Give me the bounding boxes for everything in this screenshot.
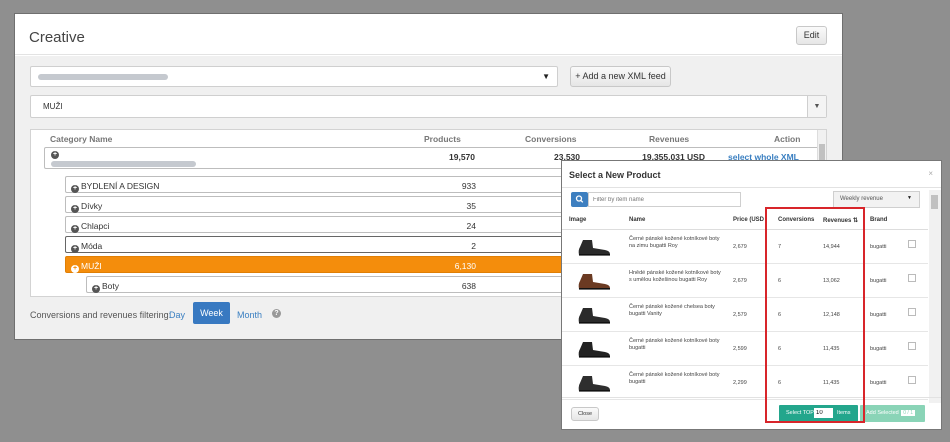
product-brand: bugatti bbox=[870, 312, 887, 318]
search-field[interactable] bbox=[588, 192, 741, 207]
col-products: Products bbox=[424, 134, 461, 144]
tree-row-label: + Boty bbox=[92, 281, 120, 293]
expand-icon[interactable]: + bbox=[71, 225, 79, 233]
product-price: 2,299 bbox=[733, 380, 747, 386]
product-row[interactable]: Hnědé pánské kožené kotníkové boty s umě… bbox=[562, 264, 928, 298]
product-image bbox=[578, 342, 610, 358]
add-selected-label: Add Selected bbox=[866, 410, 899, 416]
panel-header: Creative Edit bbox=[15, 14, 842, 55]
product-name: Černé pánské kožené kotníkové boty na zi… bbox=[629, 236, 720, 249]
product-price: 2,599 bbox=[733, 346, 747, 352]
product-name: Černé pánské kožené kotníkové boty bugat… bbox=[629, 338, 720, 351]
col-brand: Brand bbox=[870, 217, 888, 223]
scroll-thumb[interactable] bbox=[931, 195, 938, 209]
modal-footer: Close Select TOP Items Add Selected 0 / … bbox=[562, 397, 941, 429]
product-price: 2,679 bbox=[733, 244, 747, 250]
expand-icon[interactable]: + bbox=[71, 245, 79, 253]
add-selected-button[interactable]: Add Selected 0 / 1 bbox=[860, 405, 925, 422]
row-products: 2 bbox=[471, 241, 476, 251]
col-image: Image bbox=[569, 217, 587, 223]
add-xml-feed-button[interactable]: + Add a new XML feed bbox=[570, 66, 671, 87]
row-products: 638 bbox=[461, 281, 476, 291]
tree-row-label: + Chlapci bbox=[71, 221, 110, 233]
col-conversions: Conversions bbox=[525, 134, 577, 144]
expand-icon[interactable]: + bbox=[71, 185, 79, 193]
modal-scrollbar[interactable] bbox=[929, 190, 941, 403]
col-name: Name bbox=[629, 217, 646, 223]
product-row[interactable]: Černé pánské kožené kotníkové boty na zi… bbox=[562, 230, 928, 264]
modal-header: Select a New Product × bbox=[562, 161, 941, 188]
product-image bbox=[578, 376, 610, 392]
expand-icon[interactable]: + bbox=[51, 151, 59, 159]
sort-select-value: Weekly revenue bbox=[840, 196, 883, 202]
caret-down-icon: ▼ bbox=[907, 195, 912, 201]
product-checkbox[interactable] bbox=[908, 240, 916, 248]
category-select[interactable]: MUŽI ▼ bbox=[30, 95, 827, 118]
filter-week[interactable]: Week bbox=[193, 302, 230, 324]
product-checkbox[interactable] bbox=[908, 376, 916, 384]
product-price: 2,579 bbox=[733, 312, 747, 318]
tree-row-label: + BYDLENÍ A DESIGN bbox=[71, 181, 160, 193]
product-price: 2,679 bbox=[733, 278, 747, 284]
help-icon[interactable]: ? bbox=[272, 309, 281, 318]
expand-icon[interactable]: + bbox=[92, 285, 100, 293]
product-brand: bugatti bbox=[870, 380, 887, 386]
close-button[interactable]: Close bbox=[571, 407, 599, 421]
select-product-modal: Select a New Product × Weekly revenue ▼ … bbox=[561, 160, 942, 430]
selected-count-badge: 0 / 1 bbox=[901, 410, 915, 416]
product-row[interactable]: Černé pánské kožené chelsea boty bugatti… bbox=[562, 298, 928, 332]
product-brand: bugatti bbox=[870, 244, 887, 250]
row-products: 933 bbox=[461, 181, 476, 191]
tree-row-label: + Móda bbox=[71, 241, 103, 253]
row-products: 6,130 bbox=[454, 261, 476, 271]
sort-select[interactable]: Weekly revenue ▼ bbox=[833, 191, 920, 208]
modal-title: Select a New Product bbox=[569, 170, 661, 180]
product-checkbox[interactable] bbox=[908, 308, 916, 316]
expand-icon[interactable]: + bbox=[71, 205, 79, 213]
highlight-box bbox=[765, 207, 865, 423]
search-button[interactable] bbox=[571, 192, 588, 207]
chevron-down-icon[interactable]: ▼ bbox=[807, 96, 826, 117]
search-icon bbox=[575, 195, 584, 203]
blurred-feed-url bbox=[51, 161, 196, 167]
edit-button[interactable]: Edit bbox=[796, 26, 827, 45]
filter-day[interactable]: Day bbox=[169, 310, 185, 320]
filter-month[interactable]: Month bbox=[237, 310, 262, 320]
product-name: Hnědé pánské kožené kotníkové boty s umě… bbox=[629, 270, 721, 283]
product-image bbox=[578, 274, 610, 290]
expand-icon[interactable]: + bbox=[71, 265, 79, 273]
root-products: 19,570 bbox=[449, 152, 475, 162]
product-name: Černé pánské kožené chelsea boty bugatti… bbox=[629, 304, 715, 317]
col-action: Action bbox=[774, 134, 801, 144]
page-title: Creative bbox=[29, 29, 85, 46]
blurred-feed-url bbox=[38, 74, 168, 80]
close-icon[interactable]: × bbox=[928, 169, 933, 178]
product-row[interactable]: Černé pánské kožené kotníkové boty bugat… bbox=[562, 332, 928, 366]
product-checkbox[interactable] bbox=[908, 274, 916, 282]
search-input[interactable] bbox=[589, 193, 740, 207]
tree-row-label: + MUŽI bbox=[71, 261, 102, 273]
product-image bbox=[578, 308, 610, 324]
category-select-value: MUŽI bbox=[43, 102, 63, 111]
caret-down-icon: ▼ bbox=[542, 72, 550, 81]
product-brand: bugatti bbox=[870, 278, 887, 284]
filter-label: Conversions and revenues filtering: bbox=[30, 310, 172, 320]
col-revenues: Revenues bbox=[649, 134, 690, 144]
product-row[interactable]: Černé pánské kožené kotníkové boty bugat… bbox=[562, 366, 928, 400]
row-products: 24 bbox=[466, 221, 476, 231]
col-price: Price (USD bbox=[733, 217, 765, 223]
product-name: Černé pánské kožené kotníkové boty bugat… bbox=[629, 372, 720, 385]
product-checkbox[interactable] bbox=[908, 342, 916, 350]
row-products: 35 bbox=[466, 201, 476, 211]
tree-row-label: + Dívky bbox=[71, 201, 103, 213]
col-category-name: Category Name bbox=[50, 134, 113, 144]
xml-feed-select[interactable]: ▼ bbox=[30, 66, 558, 87]
product-brand: bugatti bbox=[870, 346, 887, 352]
product-image bbox=[578, 240, 610, 256]
